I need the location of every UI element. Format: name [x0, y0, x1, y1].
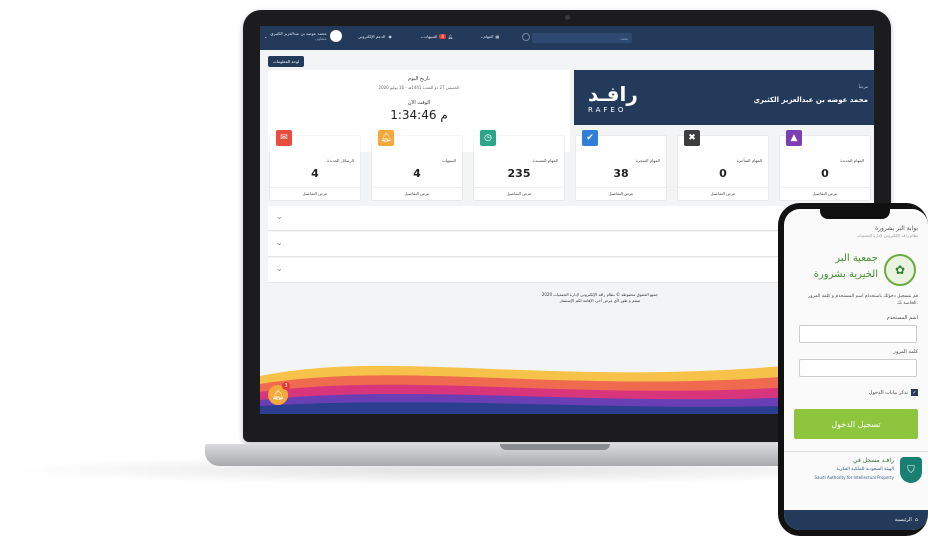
notifications-fab[interactable]: 🔔︎ 3 [268, 382, 290, 405]
stat-value: 235 [507, 167, 531, 180]
remember-me[interactable]: تذكر بيانات الدخول ✓ [869, 389, 918, 396]
support-link[interactable]: الدعم الإلكتروني ◉ [358, 34, 392, 39]
username-label: اسم المستخدم [886, 315, 918, 321]
stat-title: المهام المتأخرة [736, 158, 762, 163]
stat-details-link[interactable]: عرض التفاصيل [780, 187, 870, 196]
login-button[interactable]: تسجيل الدخول [794, 409, 918, 439]
grid-icon: ▦ [495, 34, 500, 39]
time-value: 1:34:46 م [390, 108, 448, 122]
laptop-notch [500, 444, 610, 450]
portal-title: بوابة البر بشرورة [874, 225, 918, 232]
chevron-down-icon: ⌄ [264, 33, 268, 39]
portal-subtitle: نظام رافد الإلكتروني لإدارة الجمعيات [856, 233, 918, 238]
user-welcome-panel: رافـد RAFEO مرحباً محمد عوضه بن عبدالعزي… [574, 70, 874, 125]
clock-icon: ◷ [480, 130, 496, 146]
stat-card[interactable]: ▲ المهام الجديدة 0 عرض التفاصيل [780, 130, 870, 200]
authority-en: Saudi Authority for Intellectual Propert… [814, 475, 895, 480]
avatar [329, 30, 342, 42]
stat-title: المهام الجديدة [840, 158, 864, 163]
check-icon: ✔ [582, 130, 598, 146]
breadcrumb[interactable]: لوحة المعلومات [268, 56, 305, 67]
stat-details-link[interactable]: عرض التفاصيل [474, 187, 564, 196]
top-navbar: ⌄ محمد عوضه بن عبدالعزيز الكثيري متعاون … [260, 26, 874, 50]
stat-card[interactable]: ✔ المهام المنجزة 38 عرض التفاصيل [576, 130, 666, 200]
chevron-down-icon: ⌄ [276, 238, 283, 247]
remember-label: تذكر بيانات الدخول [868, 389, 908, 396]
shield-icon: ⛉ [900, 457, 922, 483]
camera-dot [565, 15, 570, 20]
org-name-line2: الخيرية بشرورة [813, 269, 878, 280]
stat-value: 0 [719, 167, 727, 180]
stat-title: التنبيهات [442, 158, 456, 163]
org-name-line1: جمعية البر [835, 253, 878, 264]
search-placeholder: بحث [620, 35, 628, 41]
notifications-label: التنبيهات [423, 34, 438, 39]
checkbox-checked-icon[interactable]: ✓ [911, 389, 918, 396]
stat-card[interactable]: ✖ المهام المتأخرة 0 عرض التفاصيل [678, 130, 768, 200]
stat-details-link[interactable]: عرض التفاصيل [678, 187, 768, 196]
phone-login-screen: بوابة البر بشرورة نظام رافد الإلكتروني ل… [784, 209, 928, 530]
password-label: كلمة المرور [893, 349, 918, 355]
notification-badge: 4 [439, 34, 446, 39]
search-input[interactable]: بحث [532, 33, 632, 43]
tasks-label: المهام [483, 34, 494, 39]
footer-line2: صمم و طور لأي غرض أخر، الإقامة لكم الإست… [559, 298, 641, 303]
stat-card[interactable]: 🔔︎ التنبيهات 4 عرض التفاصيل [372, 130, 462, 200]
phone-bottom-nav: الرئيسية ⌂ [784, 510, 928, 530]
authority-ar: الهيئة السعودية للملكية الفكرية [836, 467, 894, 472]
registered-label: رافـد مسجل في [852, 457, 894, 464]
stat-value: 38 [613, 167, 629, 180]
divider [784, 451, 928, 452]
search-icon[interactable] [522, 33, 530, 41]
warning-icon: ▲ [786, 130, 802, 146]
notifications-menu[interactable]: ⌄ التنبيهات 4 🔔︎ [420, 34, 453, 39]
phone-notch [820, 209, 890, 219]
user-menu[interactable]: ⌄ محمد عوضه بن عبدالعزيز الكثيري متعاون [264, 30, 342, 42]
stat-value: 0 [821, 167, 829, 180]
support-icon: ◉ [388, 34, 392, 39]
stat-details-link[interactable]: عرض التفاصيل [372, 187, 462, 196]
stat-value: 4 [413, 167, 421, 180]
support-label: الدعم الإلكتروني [358, 34, 386, 39]
bell-icon: 🔔︎ [378, 130, 394, 146]
user-full-name: محمد عوضه بن عبدالعزيز الكثيري [753, 96, 868, 104]
stat-title: المهام المسندة [532, 158, 558, 163]
mail-icon: ✉ [276, 130, 292, 146]
time-label: الوقت الآن [407, 100, 431, 106]
login-intro: قم بتسجيل دخولك باستخدام اسم المستخدم و … [808, 294, 918, 306]
stat-card[interactable]: ✉ الرسائل الجديدة 4 عرض التفاصيل [270, 130, 360, 200]
today-value: الخميس 27 ذو القعدة 1441هـ - 16 يوليو 20… [378, 85, 460, 90]
bell-icon: 🔔︎ [271, 389, 285, 401]
today-label: تاريخ اليوم [408, 76, 430, 82]
password-field[interactable] [799, 359, 917, 377]
bell-icon: 🔔︎ [447, 34, 453, 39]
username-field[interactable] [799, 325, 917, 343]
home-link[interactable]: الرئيسية [895, 517, 912, 523]
chevron-down-icon: ⌄ [276, 264, 283, 273]
tasks-menu[interactable]: ⌄ المهام ▦ [480, 34, 499, 39]
stat-value: 4 [311, 167, 319, 180]
stat-title: الرسائل الجديدة [327, 158, 354, 163]
stat-details-link[interactable]: عرض التفاصيل [270, 187, 360, 196]
org-logo-icon: ✿ [884, 254, 916, 286]
footer-note: جميع الحقوق محفوظة © نظام رافد الإلكترون… [460, 292, 740, 304]
close-circle-icon: ✖ [684, 130, 700, 146]
fab-badge: 3 [282, 382, 290, 390]
rafed-logo-en: RAFEO [588, 106, 627, 114]
stat-card[interactable]: ◷ المهام المسندة 235 عرض التفاصيل [474, 130, 564, 200]
stat-title: المهام المنجزة [635, 158, 660, 163]
chevron-down-icon: ⌄ [276, 212, 283, 221]
home-icon: ⌂ [914, 517, 918, 523]
user-role: متعاون [315, 36, 327, 41]
rafed-logo: رافـد [588, 82, 638, 106]
stat-details-link[interactable]: عرض التفاصيل [576, 187, 666, 196]
welcome-label: مرحباً [858, 84, 868, 89]
